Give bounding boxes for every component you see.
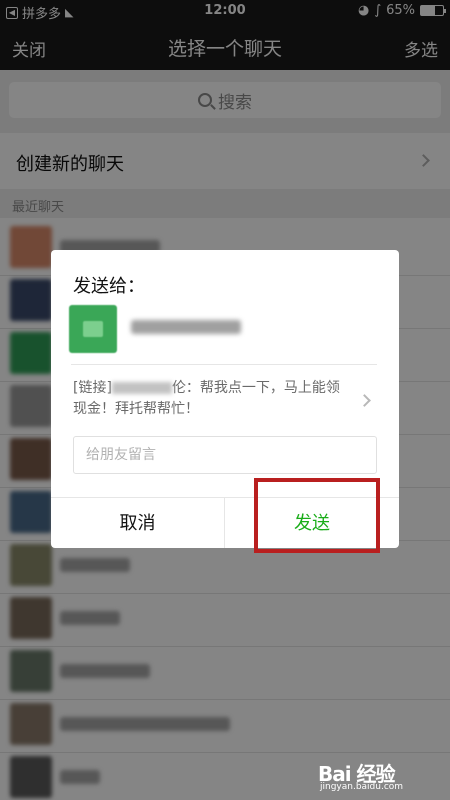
recipient-name-redacted — [131, 320, 241, 334]
cancel-button[interactable]: 取消 — [51, 498, 225, 548]
link-prefix: [链接] — [73, 380, 112, 396]
redacted-text — [111, 382, 172, 394]
chevron-right-icon — [358, 394, 371, 407]
send-highlight-box — [254, 478, 380, 553]
recipient-avatar — [69, 305, 117, 353]
message-input[interactable] — [73, 436, 377, 474]
divider — [71, 364, 377, 365]
watermark-url: jingyan.baidu.com — [320, 782, 404, 792]
baidu-jingyan-watermark: Bai 经验 jingyan.baidu.com — [318, 758, 438, 794]
shared-link-preview[interactable]: [链接] 伦：帮我点一下，马上能领现金！拜托帮帮忙！ — [73, 378, 341, 420]
dialog-title: 发送给： — [73, 276, 145, 297]
recipient-avatar-icon — [83, 321, 103, 337]
